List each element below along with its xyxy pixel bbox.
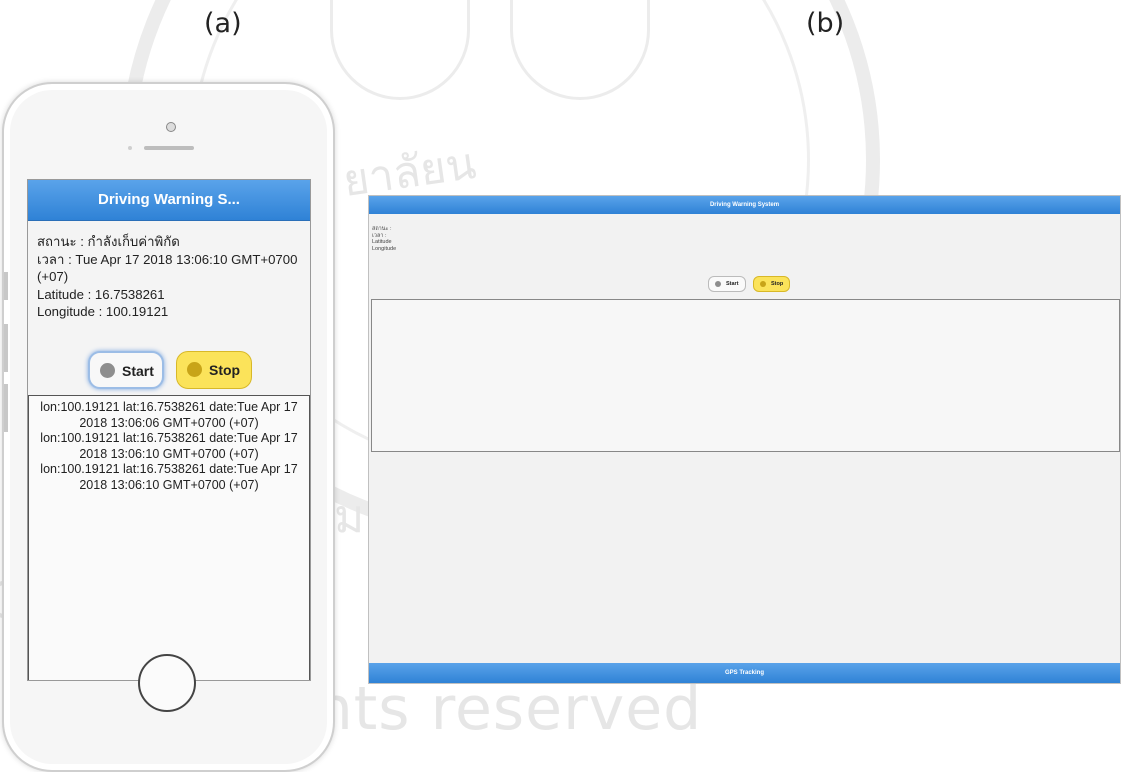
sensor-dot (128, 146, 132, 150)
speaker-grille (144, 146, 194, 150)
desktop-status-panel: สถานะ : เวลา : Latitude Longitude (372, 226, 396, 252)
desktop-stop-indicator-icon (760, 281, 766, 287)
log-entry: lon:100.19121 lat:16.7538261 date:Tue Ap… (32, 462, 306, 493)
stop-button[interactable]: Stop (176, 351, 252, 389)
log-entry-line1: lon:100.19121 lat:16.7538261 date:Tue Ap… (40, 400, 298, 414)
desktop-stop-button[interactable]: Stop (753, 276, 790, 292)
log-entry: lon:100.19121 lat:16.7538261 date:Tue Ap… (32, 431, 306, 462)
start-button-label: Start (122, 363, 154, 379)
status-text: สถานะ : กำลังเก็บค่าพิกัด (37, 234, 180, 249)
log-entry: lon:100.19121 lat:16.7538261 date:Tue Ap… (32, 400, 306, 431)
gps-log-textarea[interactable]: lon:100.19121 lat:16.7538261 date:Tue Ap… (28, 395, 310, 680)
log-entry-line2: 2018 13:06:06 GMT+0700 (+07) (79, 415, 259, 430)
desktop-stop-label: Stop (771, 281, 784, 287)
caption-a: (a) (204, 8, 242, 39)
log-entry-line1: lon:100.19121 lat:16.7538261 date:Tue Ap… (40, 462, 298, 476)
desktop-app-footer: GPS Tracking (369, 663, 1120, 683)
log-entry-line1: lon:100.19121 lat:16.7538261 date:Tue Ap… (40, 431, 298, 445)
desktop-longitude-text: Longitude (372, 245, 397, 252)
time-text-line2: (+07) (37, 269, 69, 284)
log-entry-line2: 2018 13:06:10 GMT+0700 (+07) (79, 446, 259, 461)
mobile-status-panel: สถานะ : กำลังเก็บค่าพิกัด เวลา : Tue Apr… (28, 221, 310, 321)
mobile-button-row: Start Stop (28, 351, 310, 391)
stop-button-label: Stop (209, 362, 241, 378)
time-text-line1: เวลา : Tue Apr 17 2018 13:06:10 GMT+0700 (37, 251, 298, 267)
start-indicator-icon (100, 363, 115, 378)
desktop-app-header: Driving Warning System (369, 196, 1120, 214)
phone-volume-up (4, 324, 8, 372)
mobile-app-header: Driving Warning S... (28, 180, 310, 221)
watermark-m: ม (334, 489, 365, 543)
desktop-app-window: Driving Warning System สถานะ : เวลา : La… (368, 195, 1121, 684)
desktop-start-button[interactable]: Start (708, 276, 746, 292)
phone-volume-down (4, 384, 8, 432)
camera-icon (166, 122, 176, 132)
latitude-text: Latitude : 16.7538261 (37, 286, 165, 302)
stop-indicator-icon (187, 362, 202, 377)
desktop-start-indicator-icon (715, 281, 721, 287)
phone-mute-switch (4, 272, 8, 300)
log-entry-line2: 2018 13:06:10 GMT+0700 (+07) (79, 477, 259, 492)
mobile-screen: Driving Warning S... สถานะ : กำลังเก็บค่… (27, 179, 311, 681)
start-button[interactable]: Start (88, 351, 164, 389)
desktop-start-label: Start (726, 281, 739, 287)
longitude-text: Longitude : 100.19121 (37, 304, 169, 319)
caption-b: (b) (806, 8, 845, 39)
home-button[interactable] (138, 654, 196, 712)
desktop-gps-log-textarea[interactable] (371, 299, 1120, 452)
